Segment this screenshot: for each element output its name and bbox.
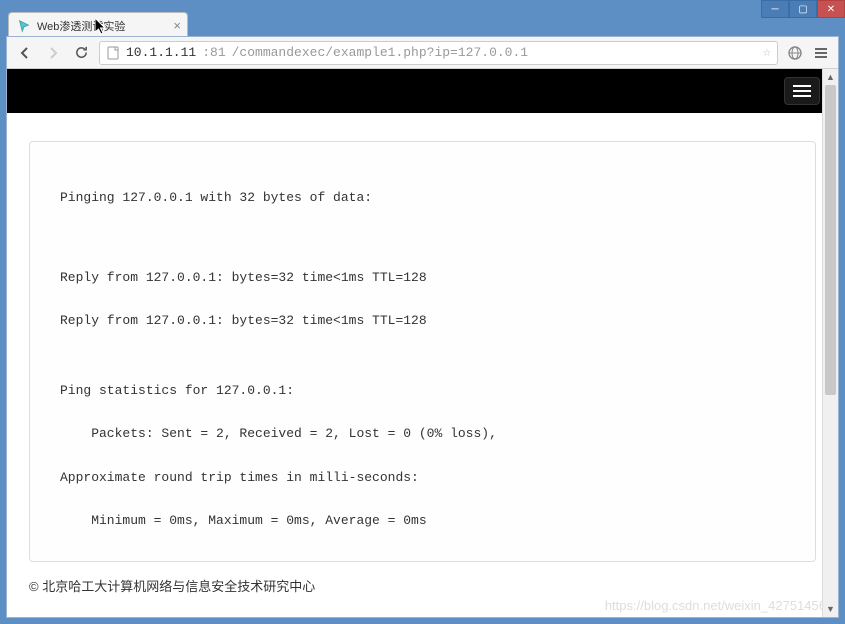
back-button[interactable] <box>15 43 35 63</box>
tab-title: Web渗透测试实验 <box>37 18 125 34</box>
ping-packets-line: Packets: Sent = 2, Received = 2, Lost = … <box>60 424 785 444</box>
ping-stats-header: Ping statistics for 127.0.0.1: <box>60 381 785 401</box>
forward-button[interactable] <box>43 43 63 63</box>
scroll-down-icon[interactable]: ▼ <box>823 601 838 617</box>
url-port: :81 <box>202 45 225 60</box>
maximize-button[interactable]: ▢ <box>789 0 817 18</box>
watermark-text: https://blog.csdn.net/weixin_42751456 <box>605 598 826 613</box>
extension-icon[interactable] <box>786 44 804 62</box>
ping-reply-line: Reply from 127.0.0.1: bytes=32 time<1ms … <box>60 311 785 331</box>
browser-tab[interactable]: Web渗透测试实验 × <box>8 12 188 38</box>
scroll-thumb[interactable] <box>825 85 836 395</box>
page-viewport: Pinging 127.0.0.1 with 32 bytes of data:… <box>7 69 838 617</box>
ping-approx-line: Approximate round trip times in milli-se… <box>60 468 785 488</box>
reload-button[interactable] <box>71 43 91 63</box>
tab-favicon-icon <box>17 19 31 33</box>
page-footer: © 北京哈工大计算机网络与信息安全技术研究中心 <box>29 576 816 595</box>
url-host: 10.1.1.11 <box>126 45 196 60</box>
page-icon <box>106 46 120 60</box>
hamburger-menu-button[interactable] <box>784 77 820 105</box>
url-path: /commandexec/example1.php?ip=127.0.0.1 <box>232 45 528 60</box>
address-bar[interactable]: 10.1.1.11 :81/commandexec/example1.php?ip… <box>99 41 778 65</box>
bookmark-star-icon[interactable]: ☆ <box>763 44 771 61</box>
ping-reply-line: Reply from 127.0.0.1: bytes=32 time<1ms … <box>60 268 785 288</box>
ping-output-box: Pinging 127.0.0.1 with 32 bytes of data:… <box>29 141 816 562</box>
page-header-bar <box>7 69 838 113</box>
menu-icon[interactable] <box>812 44 830 62</box>
browser-toolbar: 10.1.1.11 :81/commandexec/example1.php?ip… <box>7 37 838 69</box>
minimize-button[interactable]: ─ <box>761 0 789 18</box>
ping-times-line: Minimum = 0ms, Maximum = 0ms, Average = … <box>60 511 785 531</box>
ping-header-line: Pinging 127.0.0.1 with 32 bytes of data: <box>60 188 785 208</box>
close-window-button[interactable]: ✕ <box>817 0 845 18</box>
tab-close-icon[interactable]: × <box>173 18 181 33</box>
vertical-scrollbar[interactable]: ▲ ▼ <box>822 69 838 617</box>
scroll-up-icon[interactable]: ▲ <box>823 69 838 85</box>
